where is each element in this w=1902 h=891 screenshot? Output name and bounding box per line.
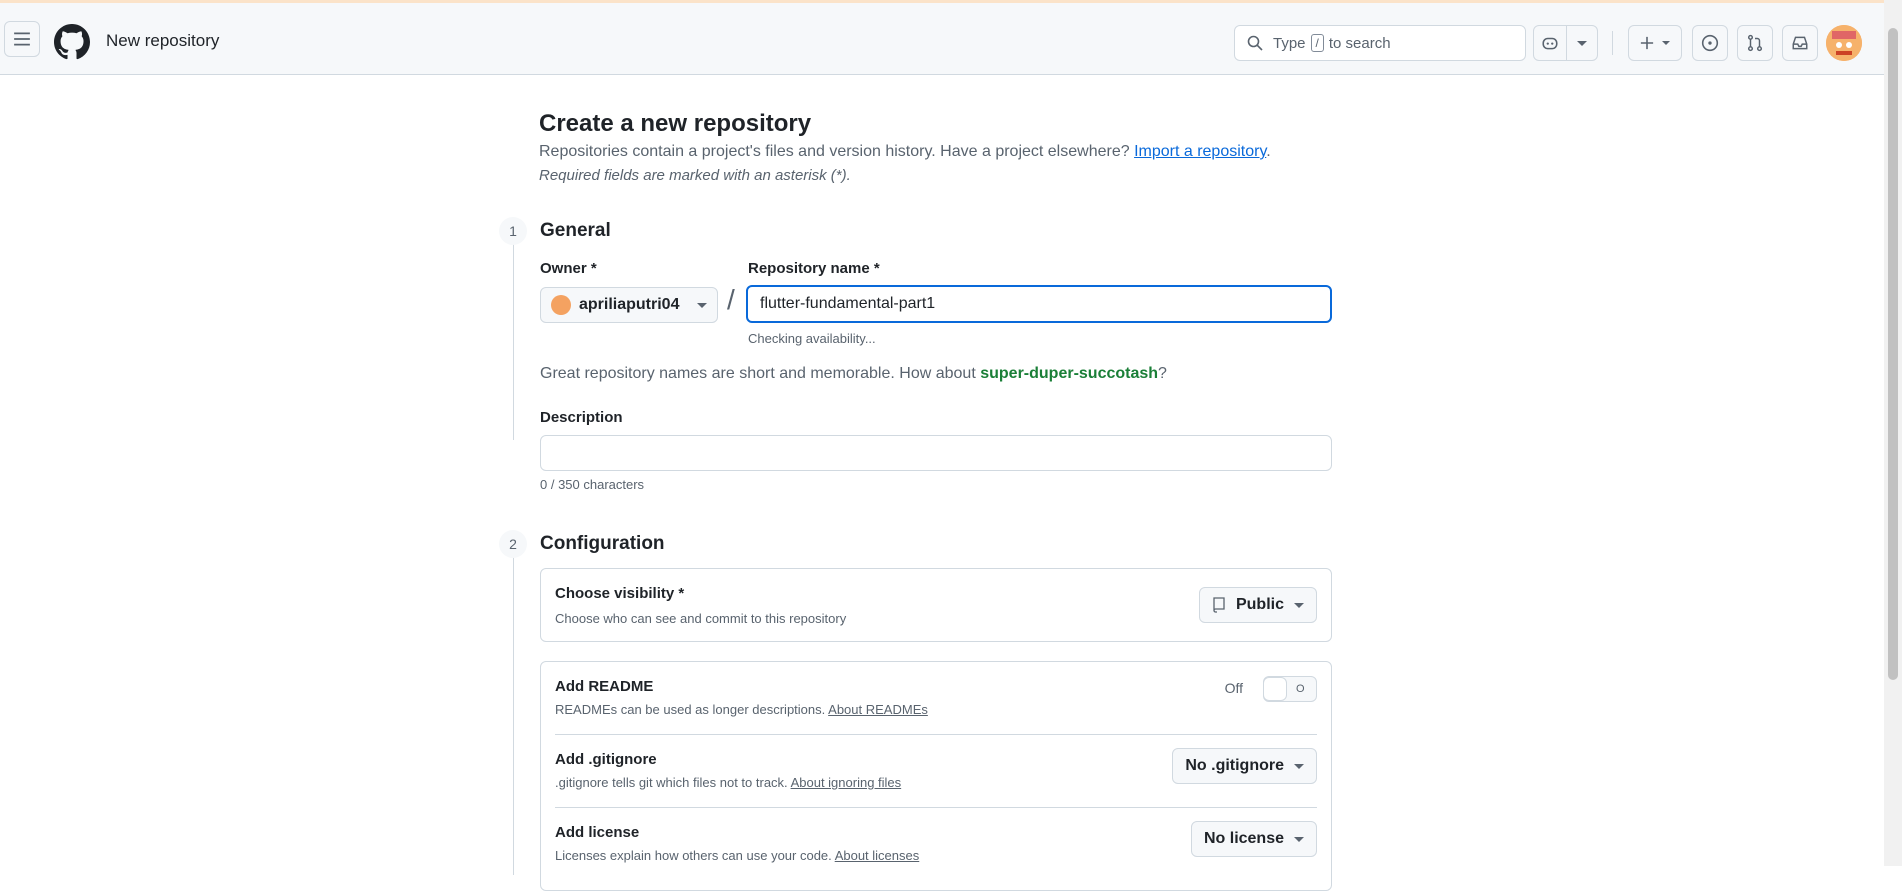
visibility-value: Public xyxy=(1235,596,1284,613)
github-logo-icon[interactable] xyxy=(54,24,90,60)
suggestion-end: ? xyxy=(1158,365,1167,382)
description-input[interactable] xyxy=(540,435,1332,471)
visibility-title: Choose visibility * xyxy=(555,585,685,602)
license-value: No license xyxy=(1203,830,1284,847)
header-divider xyxy=(1612,31,1613,55)
license-select[interactable]: No license xyxy=(1190,821,1317,857)
chevron-down-icon xyxy=(1662,41,1670,45)
owner-label: Owner * xyxy=(540,260,597,277)
hamburger-icon xyxy=(14,32,30,46)
search-shortcut-key: / xyxy=(1310,34,1324,52)
copilot-icon xyxy=(1542,37,1558,50)
intro-description: Repositories contain a project's files a… xyxy=(539,143,1130,160)
intro-period: . xyxy=(1266,143,1271,160)
license-title: Add license xyxy=(555,824,640,841)
avatar-image-icon xyxy=(1826,25,1862,61)
about-readmes-link[interactable]: About READMEs xyxy=(828,702,928,717)
step-2-number: 2 xyxy=(499,530,527,558)
page-title: New repository xyxy=(106,31,220,50)
owner-select[interactable]: apriliaputri04 xyxy=(540,287,718,323)
availability-status: Checking availability... xyxy=(748,331,876,346)
visibility-box: Choose visibility * Choose who can see a… xyxy=(540,568,1332,642)
issues-button[interactable] xyxy=(1692,25,1728,61)
copilot-dropdown-button[interactable] xyxy=(1566,25,1598,61)
name-suggestion: Great repository names are short and mem… xyxy=(540,365,1167,383)
step-1-line xyxy=(513,222,514,440)
step-2-line xyxy=(513,535,514,875)
repo-icon xyxy=(1213,597,1225,613)
owner-value: apriliaputri04 xyxy=(579,296,680,313)
owner-name-separator: / xyxy=(727,284,735,315)
readme-title: Add README xyxy=(555,678,654,695)
create-new-button[interactable] xyxy=(1628,25,1682,61)
search-prefix: Type xyxy=(1273,34,1306,52)
toggle-knob xyxy=(1263,677,1287,701)
chevron-down-icon xyxy=(1294,763,1304,769)
issues-icon xyxy=(1701,34,1719,52)
gitignore-value: No .gitignore xyxy=(1185,757,1284,774)
license-desc-text: Licenses explain how others can use your… xyxy=(555,848,832,863)
page-heading: Create a new repository xyxy=(539,110,812,137)
repository-options-box: Add README READMEs can be used as longer… xyxy=(540,661,1332,891)
section-general-title: General xyxy=(540,220,611,241)
main-content: Create a new repository Repositories con… xyxy=(0,76,1884,891)
search-input[interactable]: Type / to search xyxy=(1234,25,1526,61)
gitignore-title: Add .gitignore xyxy=(555,751,657,768)
repository-name-label: Repository name * xyxy=(748,260,880,277)
gitignore-select[interactable]: No .gitignore xyxy=(1172,748,1317,784)
search-icon xyxy=(1247,35,1263,51)
visibility-select[interactable]: Public xyxy=(1198,587,1317,623)
import-repository-link[interactable]: Import a repository xyxy=(1134,143,1266,160)
suggested-name[interactable]: super-duper-succotash xyxy=(980,365,1158,382)
readme-toggle-label: Off xyxy=(1224,680,1243,696)
global-header: New repository Type / to search xyxy=(0,3,1884,75)
inbox-icon xyxy=(1792,36,1808,50)
menu-button[interactable] xyxy=(4,21,40,57)
pull-requests-icon xyxy=(1747,34,1763,52)
readme-toggle[interactable]: O xyxy=(1263,676,1317,702)
section-configuration-title: Configuration xyxy=(540,533,665,554)
options-separator xyxy=(555,734,1317,735)
plus-icon xyxy=(1640,36,1654,50)
gitignore-desc-text: .gitignore tells git which files not to … xyxy=(555,775,788,790)
description-label: Description xyxy=(540,409,623,426)
visibility-description: Choose who can see and commit to this re… xyxy=(555,611,847,626)
scrollbar-thumb[interactable] xyxy=(1888,28,1898,680)
pull-requests-button[interactable] xyxy=(1737,25,1773,61)
repository-name-input[interactable] xyxy=(746,285,1332,323)
toggle-off-glyph: O xyxy=(1296,683,1305,695)
page-scrollbar[interactable] xyxy=(1884,0,1902,866)
required-fields-note: Required fields are marked with an aster… xyxy=(539,167,851,184)
gitignore-description: .gitignore tells git which files not to … xyxy=(555,775,901,790)
inbox-button[interactable] xyxy=(1782,25,1818,61)
chevron-down-icon xyxy=(697,302,707,308)
intro-text: Repositories contain a project's files a… xyxy=(539,143,1271,161)
about-licenses-link[interactable]: About licenses xyxy=(835,848,920,863)
chevron-down-icon xyxy=(1294,836,1304,842)
copilot-button[interactable] xyxy=(1533,25,1567,61)
owner-avatar xyxy=(551,295,571,315)
license-description: Licenses explain how others can use your… xyxy=(555,848,919,863)
search-suffix: to search xyxy=(1328,34,1391,52)
step-1-number: 1 xyxy=(499,217,527,245)
chevron-down-icon xyxy=(1294,602,1304,608)
description-char-count: 0 / 350 characters xyxy=(540,477,645,492)
user-avatar[interactable] xyxy=(1826,25,1862,61)
about-ignoring-files-link[interactable]: About ignoring files xyxy=(791,775,902,790)
suggestion-text: Great repository names are short and mem… xyxy=(540,365,976,382)
readme-description: READMEs can be used as longer descriptio… xyxy=(555,702,928,717)
chevron-down-icon xyxy=(1577,40,1587,46)
readme-desc-text: READMEs can be used as longer descriptio… xyxy=(555,702,826,717)
options-separator xyxy=(555,807,1317,808)
